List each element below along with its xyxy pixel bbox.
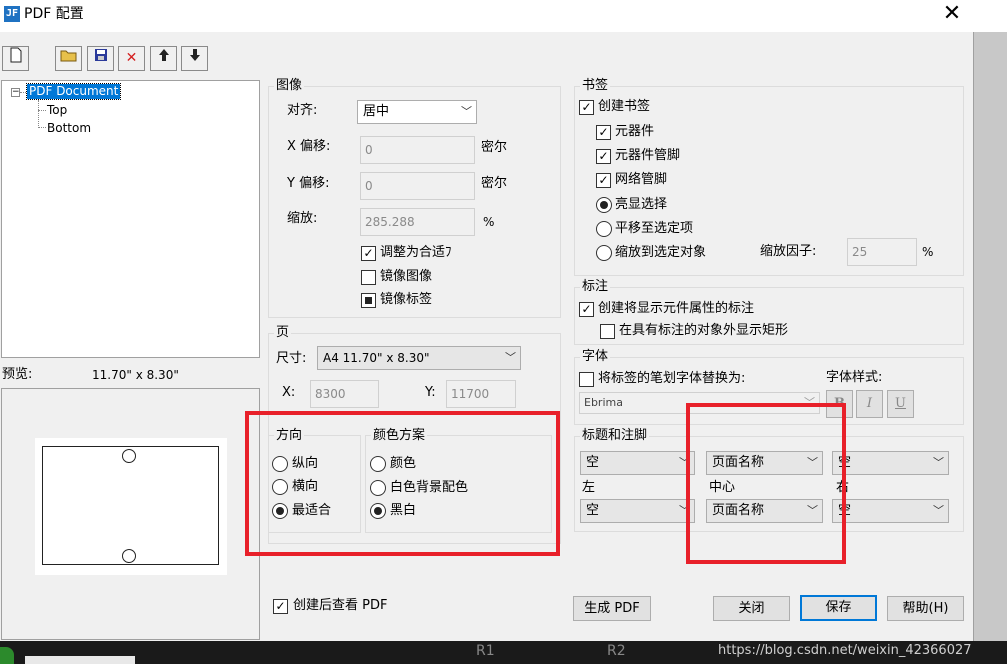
tree-item-top[interactable]: Top xyxy=(47,103,67,118)
window-title: PDF 配置 xyxy=(24,6,84,22)
highlight-label: 亮显选择 xyxy=(615,197,668,212)
preview-bottom-marker xyxy=(122,549,136,563)
view-after-checkbox[interactable]: ✓ xyxy=(273,599,288,614)
page-size-label: 尺寸: xyxy=(276,351,307,366)
scale-input[interactable]: 285.288 xyxy=(360,208,475,236)
pan-label: 平移至选定项 xyxy=(615,221,694,236)
document-tree[interactable]: − PDF Document Top Bottom xyxy=(1,80,260,358)
mirror-image-label: 镜像图像 xyxy=(380,269,433,284)
net-pins-label: 网络管脚 xyxy=(615,172,668,187)
create-annotation-checkbox[interactable]: ✓ xyxy=(579,302,594,317)
pins-checkbox[interactable]: ✓ xyxy=(596,149,611,164)
save-button[interactable]: 保存 xyxy=(800,595,877,621)
close-button[interactable]: 关闭 xyxy=(713,596,790,621)
move-up-arrow-icon[interactable] xyxy=(150,46,177,71)
r1-label: R1 xyxy=(476,643,495,659)
create-bookmarks-checkbox[interactable]: ✓ xyxy=(579,100,594,115)
open-folder-icon[interactable] xyxy=(55,46,82,71)
close-icon[interactable]: ✕ xyxy=(938,2,966,28)
preview-label: 预览: xyxy=(2,367,33,382)
watermark-text: https://blog.csdn.net/weixin_42366027 xyxy=(718,643,972,658)
bottom-left-select[interactable]: 空 ﹀ xyxy=(580,499,695,523)
font-style-label: 字体样式: xyxy=(826,370,883,385)
chevron-down-icon: ﹀ xyxy=(933,504,944,517)
mirror-image-checkbox[interactable] xyxy=(361,270,376,285)
pdf-app-icon: JF xyxy=(4,6,20,22)
y-offset-label: Y 偏移: xyxy=(287,176,330,191)
replace-font-label: 将标签的笔划字体替换为: xyxy=(598,371,746,386)
y-offset-input[interactable]: 0 xyxy=(360,172,475,200)
status-indicator xyxy=(0,647,14,664)
bottom-right-select[interactable]: 空 ﹀ xyxy=(832,499,949,523)
annotation-title: 标注 xyxy=(580,279,611,295)
window-edge xyxy=(973,32,1007,642)
y-offset-unit: 密尔 xyxy=(481,176,508,191)
title-bar xyxy=(0,0,1007,32)
scale-label: 缩放: xyxy=(287,211,318,226)
fit-label: 调整为合适ﾌ xyxy=(380,245,452,260)
create-bookmarks-label: 创建书签 xyxy=(598,99,651,114)
show-rect-label: 在具有标注的对象外显示矩形 xyxy=(619,323,789,338)
zoom-factor-unit: % xyxy=(922,245,934,259)
fit-checkbox[interactable]: ✓ xyxy=(361,246,376,261)
help-button[interactable]: 帮助(H) xyxy=(887,596,964,621)
show-rect-checkbox[interactable] xyxy=(600,324,615,339)
preview-top-marker xyxy=(122,449,136,463)
x-offset-unit: 密尔 xyxy=(481,140,508,155)
left-label: 左 xyxy=(582,480,596,495)
radio-highlight[interactable] xyxy=(596,197,612,213)
image-group-title: 图像 xyxy=(274,78,305,94)
move-down-arrow-icon[interactable] xyxy=(181,46,208,71)
page-group-title: 页 xyxy=(274,325,292,341)
components-checkbox[interactable]: ✓ xyxy=(596,125,611,140)
tab-strip xyxy=(25,656,135,664)
page-x-label: X: xyxy=(282,385,296,400)
scale-unit: % xyxy=(483,215,495,229)
x-offset-label: X 偏移: xyxy=(287,139,331,154)
pins-label: 元器件管脚 xyxy=(615,148,681,163)
x-offset-input[interactable]: 0 xyxy=(360,136,475,164)
radio-zoom-to[interactable] xyxy=(596,245,612,261)
net-pins-checkbox[interactable]: ✓ xyxy=(596,173,611,188)
top-left-select[interactable]: 空 ﹀ xyxy=(580,451,695,475)
components-label: 元器件 xyxy=(615,124,655,139)
align-select[interactable]: 居中 ﹀ xyxy=(357,100,477,124)
highlight-box-page-options xyxy=(245,411,560,556)
r2-label: R2 xyxy=(607,643,626,659)
underline-button[interactable]: U xyxy=(887,390,914,418)
save-disk-icon[interactable] xyxy=(87,46,114,71)
create-annotation-label: 创建将显示元件属性的标注 xyxy=(598,301,755,316)
highlight-box-center-header xyxy=(686,403,846,564)
delete-x-icon[interactable]: ✕ xyxy=(118,46,145,71)
align-label: 对齐: xyxy=(287,103,318,118)
tree-item-bottom[interactable]: Bottom xyxy=(47,121,91,136)
mirror-label-checkbox[interactable] xyxy=(361,293,376,308)
background-app-strip: R1 R2 https://blog.csdn.net/weixin_42366… xyxy=(0,641,1007,664)
page-size-select[interactable]: A4 11.70" x 8.30" ﹀ xyxy=(317,346,521,370)
zoom-to-label: 缩放到选定对象 xyxy=(615,245,707,260)
page-y-input[interactable]: 11700 xyxy=(446,380,516,408)
top-right-select[interactable]: 空 ﹀ xyxy=(832,451,949,475)
chevron-down-icon: ﹀ xyxy=(505,351,516,364)
chevron-down-icon: ﹀ xyxy=(933,456,944,469)
new-document-icon[interactable] xyxy=(2,46,29,71)
font-title: 字体 xyxy=(580,349,611,365)
preview-page xyxy=(42,446,219,565)
tree-item-pdf-document[interactable]: PDF Document xyxy=(25,83,122,100)
bookmarks-title: 书签 xyxy=(580,78,611,94)
italic-button[interactable]: I xyxy=(856,390,883,418)
replace-font-checkbox[interactable] xyxy=(579,372,594,387)
mirror-label-label: 镜像标签 xyxy=(380,292,433,307)
zoom-factor-label: 缩放因子: xyxy=(760,244,817,259)
preview-size: 11.70" x 8.30" xyxy=(92,368,179,382)
radio-pan[interactable] xyxy=(596,221,612,237)
chevron-down-icon: ﹀ xyxy=(461,105,472,118)
page-x-input[interactable]: 8300 xyxy=(310,380,379,408)
page-y-label: Y: xyxy=(425,385,436,400)
zoom-factor-input[interactable]: 25 xyxy=(847,238,917,266)
collapse-icon[interactable]: − xyxy=(11,88,20,97)
view-after-label: 创建后查看 PDF xyxy=(293,598,388,613)
header-footer-title: 标题和注脚 xyxy=(580,428,650,444)
generate-pdf-button[interactable]: 生成 PDF xyxy=(573,596,651,621)
